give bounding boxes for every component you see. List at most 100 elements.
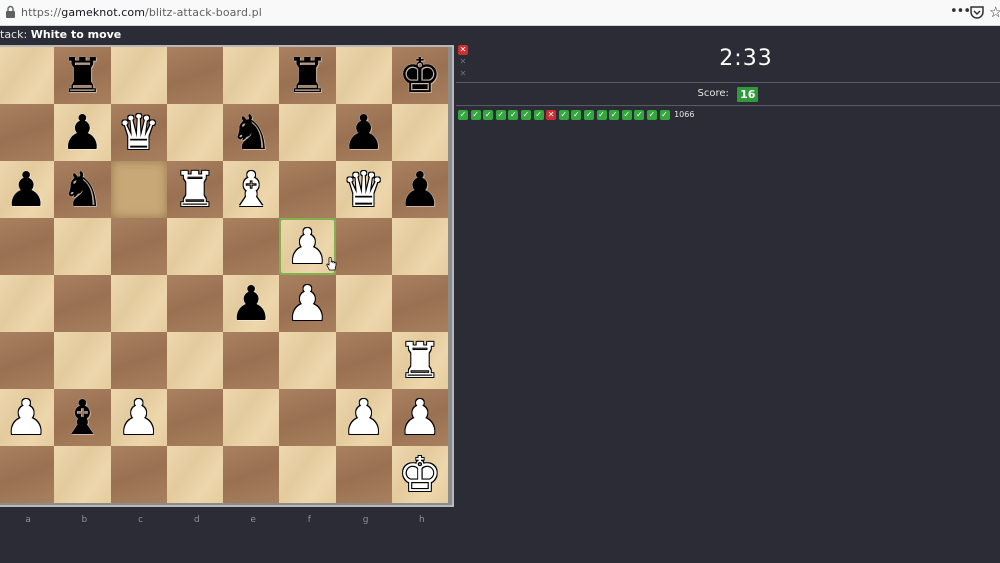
square-c8[interactable] xyxy=(110,47,167,104)
pocket-icon[interactable] xyxy=(970,6,984,19)
square-d5[interactable] xyxy=(166,218,223,275)
square-b7[interactable]: ♟ xyxy=(54,104,111,161)
black-bishop-icon[interactable]: ♝ xyxy=(54,389,110,446)
square-g2[interactable]: ♟ xyxy=(335,389,392,446)
square-g4[interactable] xyxy=(335,275,392,332)
square-f3[interactable] xyxy=(279,332,336,389)
square-e2[interactable] xyxy=(223,389,280,446)
square-d6[interactable]: ♜ xyxy=(166,161,223,218)
score-label: Score: xyxy=(697,88,729,99)
square-b6[interactable]: ♞ xyxy=(54,161,111,218)
chessboard[interactable]: ♜ ♜ ♚ ♟ ♛ ♞ ♟ ♟ ♞ ♜ ♝ ♛ ♟ ♟ ♟ ♟ ♜ ♟ ♝ ♟ ♟ ♟ ♚ xyxy=(0,47,448,503)
lock-icon[interactable] xyxy=(4,5,17,19)
square-c3[interactable] xyxy=(110,332,167,389)
square-f8[interactable]: ♜ xyxy=(279,47,336,104)
square-a4[interactable] xyxy=(0,275,55,332)
square-b5[interactable] xyxy=(54,218,111,275)
square-g5[interactable] xyxy=(335,218,392,275)
square-d1[interactable] xyxy=(166,446,223,503)
url-text[interactable]: https://gameknot.com/blitz-attack-board.… xyxy=(21,6,262,19)
white-pawn-icon[interactable]: ♟ xyxy=(392,389,448,446)
square-a5[interactable] xyxy=(0,218,55,275)
square-h8[interactable]: ♚ xyxy=(391,47,448,104)
white-pawn-icon[interactable]: ♟ xyxy=(0,389,54,446)
square-d2[interactable] xyxy=(166,389,223,446)
square-e3[interactable] xyxy=(223,332,280,389)
square-e1[interactable] xyxy=(223,446,280,503)
hand-cursor-icon xyxy=(326,257,337,271)
square-g3[interactable] xyxy=(335,332,392,389)
white-rook-icon[interactable]: ♜ xyxy=(392,332,448,389)
black-knight-icon[interactable]: ♞ xyxy=(54,161,110,218)
square-d3[interactable] xyxy=(166,332,223,389)
turn-indicator: White to move xyxy=(30,28,122,41)
square-e6[interactable]: ♝ xyxy=(223,161,280,218)
square-c4[interactable] xyxy=(110,275,167,332)
browser-address-bar[interactable]: https://gameknot.com/blitz-attack-board.… xyxy=(0,0,1000,26)
black-pawn-icon[interactable]: ♟ xyxy=(336,104,392,161)
square-h6[interactable]: ♟ xyxy=(391,161,448,218)
square-e8[interactable] xyxy=(223,47,280,104)
white-pawn-icon[interactable]: ♟ xyxy=(279,275,335,332)
square-d7[interactable] xyxy=(166,104,223,161)
square-b4[interactable] xyxy=(54,275,111,332)
square-h1[interactable]: ♚ xyxy=(391,446,448,503)
square-g1[interactable] xyxy=(335,446,392,503)
square-c1[interactable] xyxy=(110,446,167,503)
black-pawn-icon[interactable]: ♟ xyxy=(392,161,448,218)
square-h7[interactable] xyxy=(391,104,448,161)
puzzle-header: tack: White to move xyxy=(0,26,456,44)
star-icon[interactable]: ☆ xyxy=(989,3,1000,21)
white-pawn-icon[interactable]: ♟ xyxy=(111,389,167,446)
square-g8[interactable] xyxy=(335,47,392,104)
square-c5[interactable] xyxy=(110,218,167,275)
black-knight-icon[interactable]: ♞ xyxy=(223,104,279,161)
square-d4[interactable] xyxy=(166,275,223,332)
url-prefix: https:// xyxy=(21,6,62,19)
square-a1[interactable] xyxy=(0,446,55,503)
black-pawn-icon[interactable]: ♟ xyxy=(223,275,279,332)
square-f4[interactable]: ♟ xyxy=(279,275,336,332)
square-c6[interactable] xyxy=(110,161,167,218)
square-a7[interactable] xyxy=(0,104,55,161)
square-b2[interactable]: ♝ xyxy=(54,389,111,446)
attempt-status-icons: ✕ ✕ ✕ xyxy=(458,45,470,81)
square-c7[interactable]: ♛ xyxy=(110,104,167,161)
black-rook-icon[interactable]: ♜ xyxy=(279,47,335,104)
square-f2[interactable] xyxy=(279,389,336,446)
square-e5[interactable] xyxy=(223,218,280,275)
black-pawn-icon[interactable]: ♟ xyxy=(0,161,54,218)
square-e4[interactable]: ♟ xyxy=(223,275,280,332)
square-b1[interactable] xyxy=(54,446,111,503)
black-king-icon[interactable]: ♚ xyxy=(392,47,448,104)
more-icon[interactable]: ••• xyxy=(950,4,971,19)
square-a2[interactable]: ♟ xyxy=(0,389,55,446)
square-h4[interactable] xyxy=(391,275,448,332)
white-bishop-icon[interactable]: ♝ xyxy=(223,161,279,218)
square-g6[interactable]: ♛ xyxy=(335,161,392,218)
square-c2[interactable]: ♟ xyxy=(110,389,167,446)
square-h3[interactable]: ♜ xyxy=(391,332,448,389)
square-a8[interactable] xyxy=(0,47,55,104)
square-g7[interactable]: ♟ xyxy=(335,104,392,161)
white-pawn-icon[interactable]: ♟ xyxy=(336,389,392,446)
square-a6[interactable]: ♟ xyxy=(0,161,55,218)
square-b8[interactable]: ♜ xyxy=(54,47,111,104)
black-pawn-icon[interactable]: ♟ xyxy=(54,104,110,161)
white-queen-icon[interactable]: ♛ xyxy=(336,161,392,218)
square-h5[interactable] xyxy=(391,218,448,275)
black-rook-icon[interactable]: ♜ xyxy=(54,47,110,104)
white-king-icon[interactable]: ♚ xyxy=(392,446,448,503)
square-f6[interactable] xyxy=(279,161,336,218)
url-path: /blitz-attack-board.pl xyxy=(145,6,262,19)
square-a3[interactable] xyxy=(0,332,55,389)
square-h2[interactable]: ♟ xyxy=(391,389,448,446)
square-b3[interactable] xyxy=(54,332,111,389)
white-queen-icon[interactable]: ♛ xyxy=(111,104,167,161)
square-f1[interactable] xyxy=(279,446,336,503)
square-f7[interactable] xyxy=(279,104,336,161)
file-labels: a b c d e f g h xyxy=(0,515,450,529)
white-rook-icon[interactable]: ♜ xyxy=(167,161,223,218)
square-e7[interactable]: ♞ xyxy=(223,104,280,161)
square-d8[interactable] xyxy=(166,47,223,104)
